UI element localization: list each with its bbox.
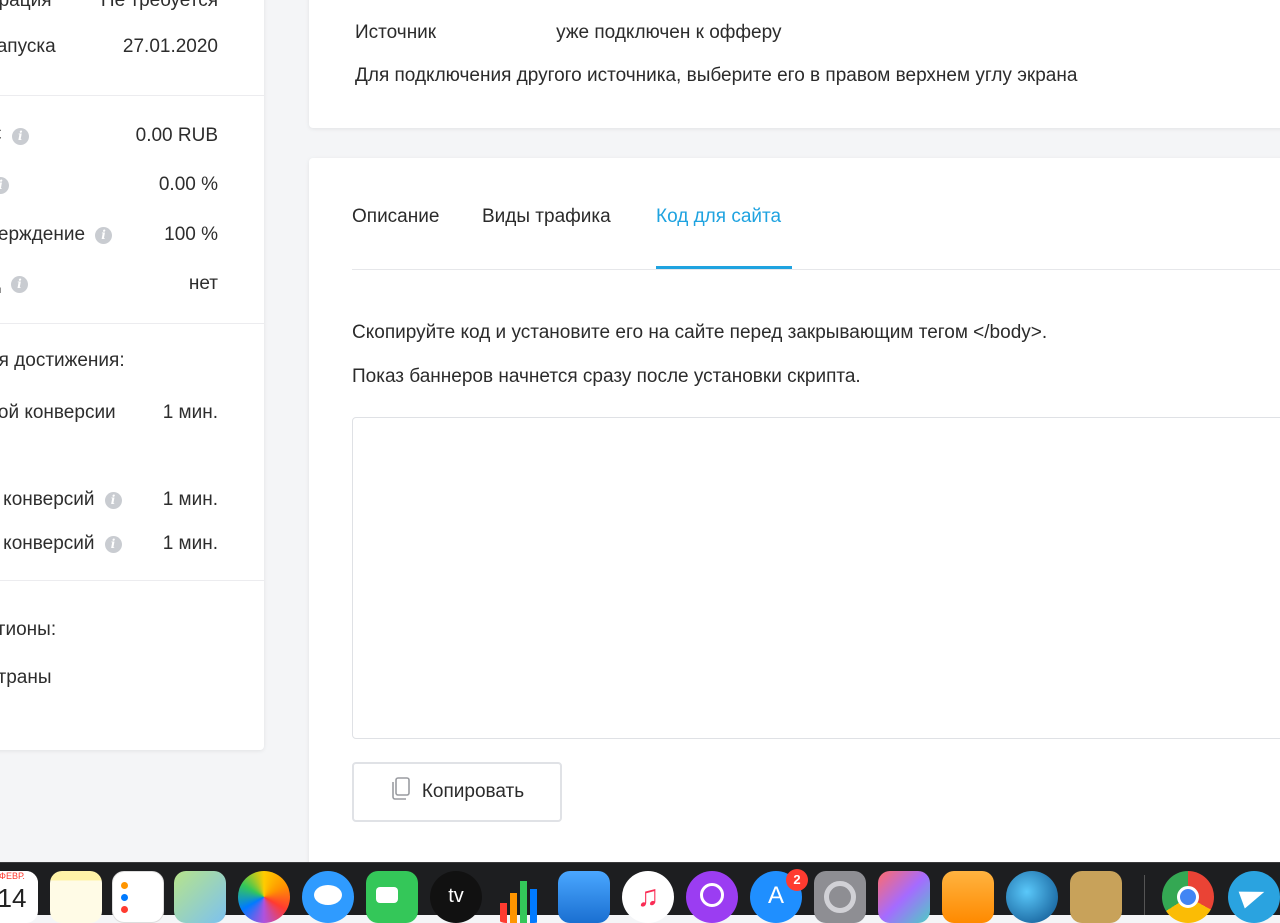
pixelmator-icon[interactable] xyxy=(878,871,930,923)
regions-value: страны xyxy=(0,667,52,688)
section-label-regions: егионы: xyxy=(0,619,57,640)
row-value: 27.01.2020 xyxy=(122,36,218,57)
copy-button-label: Копировать xyxy=(421,781,525,802)
telegram-icon[interactable] xyxy=(1228,871,1280,923)
row-label: ерация xyxy=(0,0,52,11)
calendar-day: 14 xyxy=(0,883,27,913)
photos-icon[interactable] xyxy=(238,871,290,923)
info-row-conversions-a: ь конверсий i 1 мин. xyxy=(0,489,218,511)
tab-bar: Описание Виды трафика Код для сайта xyxy=(352,158,1280,270)
dock-separator xyxy=(1144,875,1145,915)
notes-icon[interactable] xyxy=(50,871,102,923)
tab-description[interactable]: Описание xyxy=(352,206,439,228)
info-icon[interactable]: i xyxy=(104,535,122,553)
calendar-icon[interactable]: ФЕВР. 14 xyxy=(0,871,38,923)
row-value: 1 мин. xyxy=(162,533,218,554)
archive-utility-icon[interactable] xyxy=(1070,871,1122,923)
info-row-cr: i 0.00 % xyxy=(0,174,218,196)
row-label: C xyxy=(0,125,2,147)
earth-icon[interactable] xyxy=(1006,871,1058,923)
copy-icon xyxy=(390,777,412,807)
messages-icon[interactable] xyxy=(302,871,354,923)
row-label: верждение xyxy=(0,224,86,245)
app-store-badge: 2 xyxy=(786,869,808,891)
offer-details-card: Описание Виды трафика Код для сайта Скоп… xyxy=(309,158,1280,878)
chrome-icon[interactable] xyxy=(1162,871,1214,923)
divider xyxy=(0,323,264,324)
info-row-epc: Ci 0.00 RUB xyxy=(0,125,218,147)
offer-info-card: ерация Не требуется запуска 27.01.2020 C… xyxy=(0,0,264,750)
source-text-start: Источник xyxy=(355,22,437,43)
code-instruction-note: Показ баннеров начнется сразу после уста… xyxy=(352,366,861,387)
system-preferences-icon[interactable] xyxy=(814,871,866,923)
info-row-approval: верждение i 100 % xyxy=(0,224,218,246)
info-icon[interactable]: i xyxy=(10,275,28,293)
info-row-first-conversion: вой конверсии 1 мин. xyxy=(0,402,218,424)
section-label-achievement: ия достижения: xyxy=(0,350,125,371)
macos-dock: ФЕВР. 14 tv ♫ A 2 xyxy=(0,862,1280,923)
tab-traffic-types[interactable]: Виды трафика xyxy=(482,206,611,228)
reminders-icon[interactable] xyxy=(112,871,164,923)
row-value: нет xyxy=(188,273,218,294)
info-row-launch-date: запуска 27.01.2020 xyxy=(0,36,218,58)
tab-site-code[interactable]: Код для сайта xyxy=(656,206,781,228)
row-label: вой конверсии xyxy=(0,402,116,423)
maps-icon[interactable] xyxy=(174,871,226,923)
row-value: 100 % xyxy=(164,224,218,245)
divider xyxy=(0,95,264,96)
keynote-icon[interactable] xyxy=(558,871,610,923)
redacted-source-name xyxy=(440,23,553,43)
source-notice-card: Источник уже подключен к офферу Для подк… xyxy=(309,0,1280,128)
info-icon[interactable]: i xyxy=(11,127,29,145)
row-value: 1 мин. xyxy=(162,489,218,510)
row-label: запуска xyxy=(0,36,56,57)
row-value: Не требуется xyxy=(100,0,218,11)
row-label: ь конверсий xyxy=(0,489,95,510)
active-tab-indicator xyxy=(656,266,792,269)
info-row-hold: Дi нет xyxy=(0,273,218,295)
site-code-textarea[interactable] xyxy=(352,417,1280,739)
source-connected-text: Источник уже подключен к офферу xyxy=(355,22,781,44)
row-label: Д xyxy=(0,273,1,295)
row-value: 1 мин. xyxy=(162,402,218,423)
info-icon[interactable]: i xyxy=(95,226,113,244)
info-row-moderation: ерация Не требуется xyxy=(0,0,218,12)
code-instruction: Скопируйте код и установите его на сайте… xyxy=(352,322,1048,343)
info-row-conversions-b: ь конверсий i 1 мин. xyxy=(0,533,218,555)
pages-icon[interactable] xyxy=(942,871,994,923)
copy-button[interactable]: Копировать xyxy=(352,762,562,822)
apple-tv-icon[interactable]: tv xyxy=(430,871,482,923)
source-hint-text: Для подключения другого источника, выбер… xyxy=(355,65,1078,86)
row-label: ь конверсий xyxy=(0,533,95,554)
numbers-icon[interactable] xyxy=(494,871,546,923)
divider xyxy=(0,580,264,581)
row-value: 0.00 RUB xyxy=(135,125,218,146)
podcasts-icon[interactable] xyxy=(686,871,738,923)
info-icon[interactable]: i xyxy=(104,491,122,509)
info-icon[interactable]: i xyxy=(0,176,9,194)
source-text-end: уже подключен к офферу xyxy=(556,22,782,43)
facetime-icon[interactable] xyxy=(366,871,418,923)
music-icon[interactable]: ♫ xyxy=(622,871,674,923)
row-value: 0.00 % xyxy=(158,174,218,195)
